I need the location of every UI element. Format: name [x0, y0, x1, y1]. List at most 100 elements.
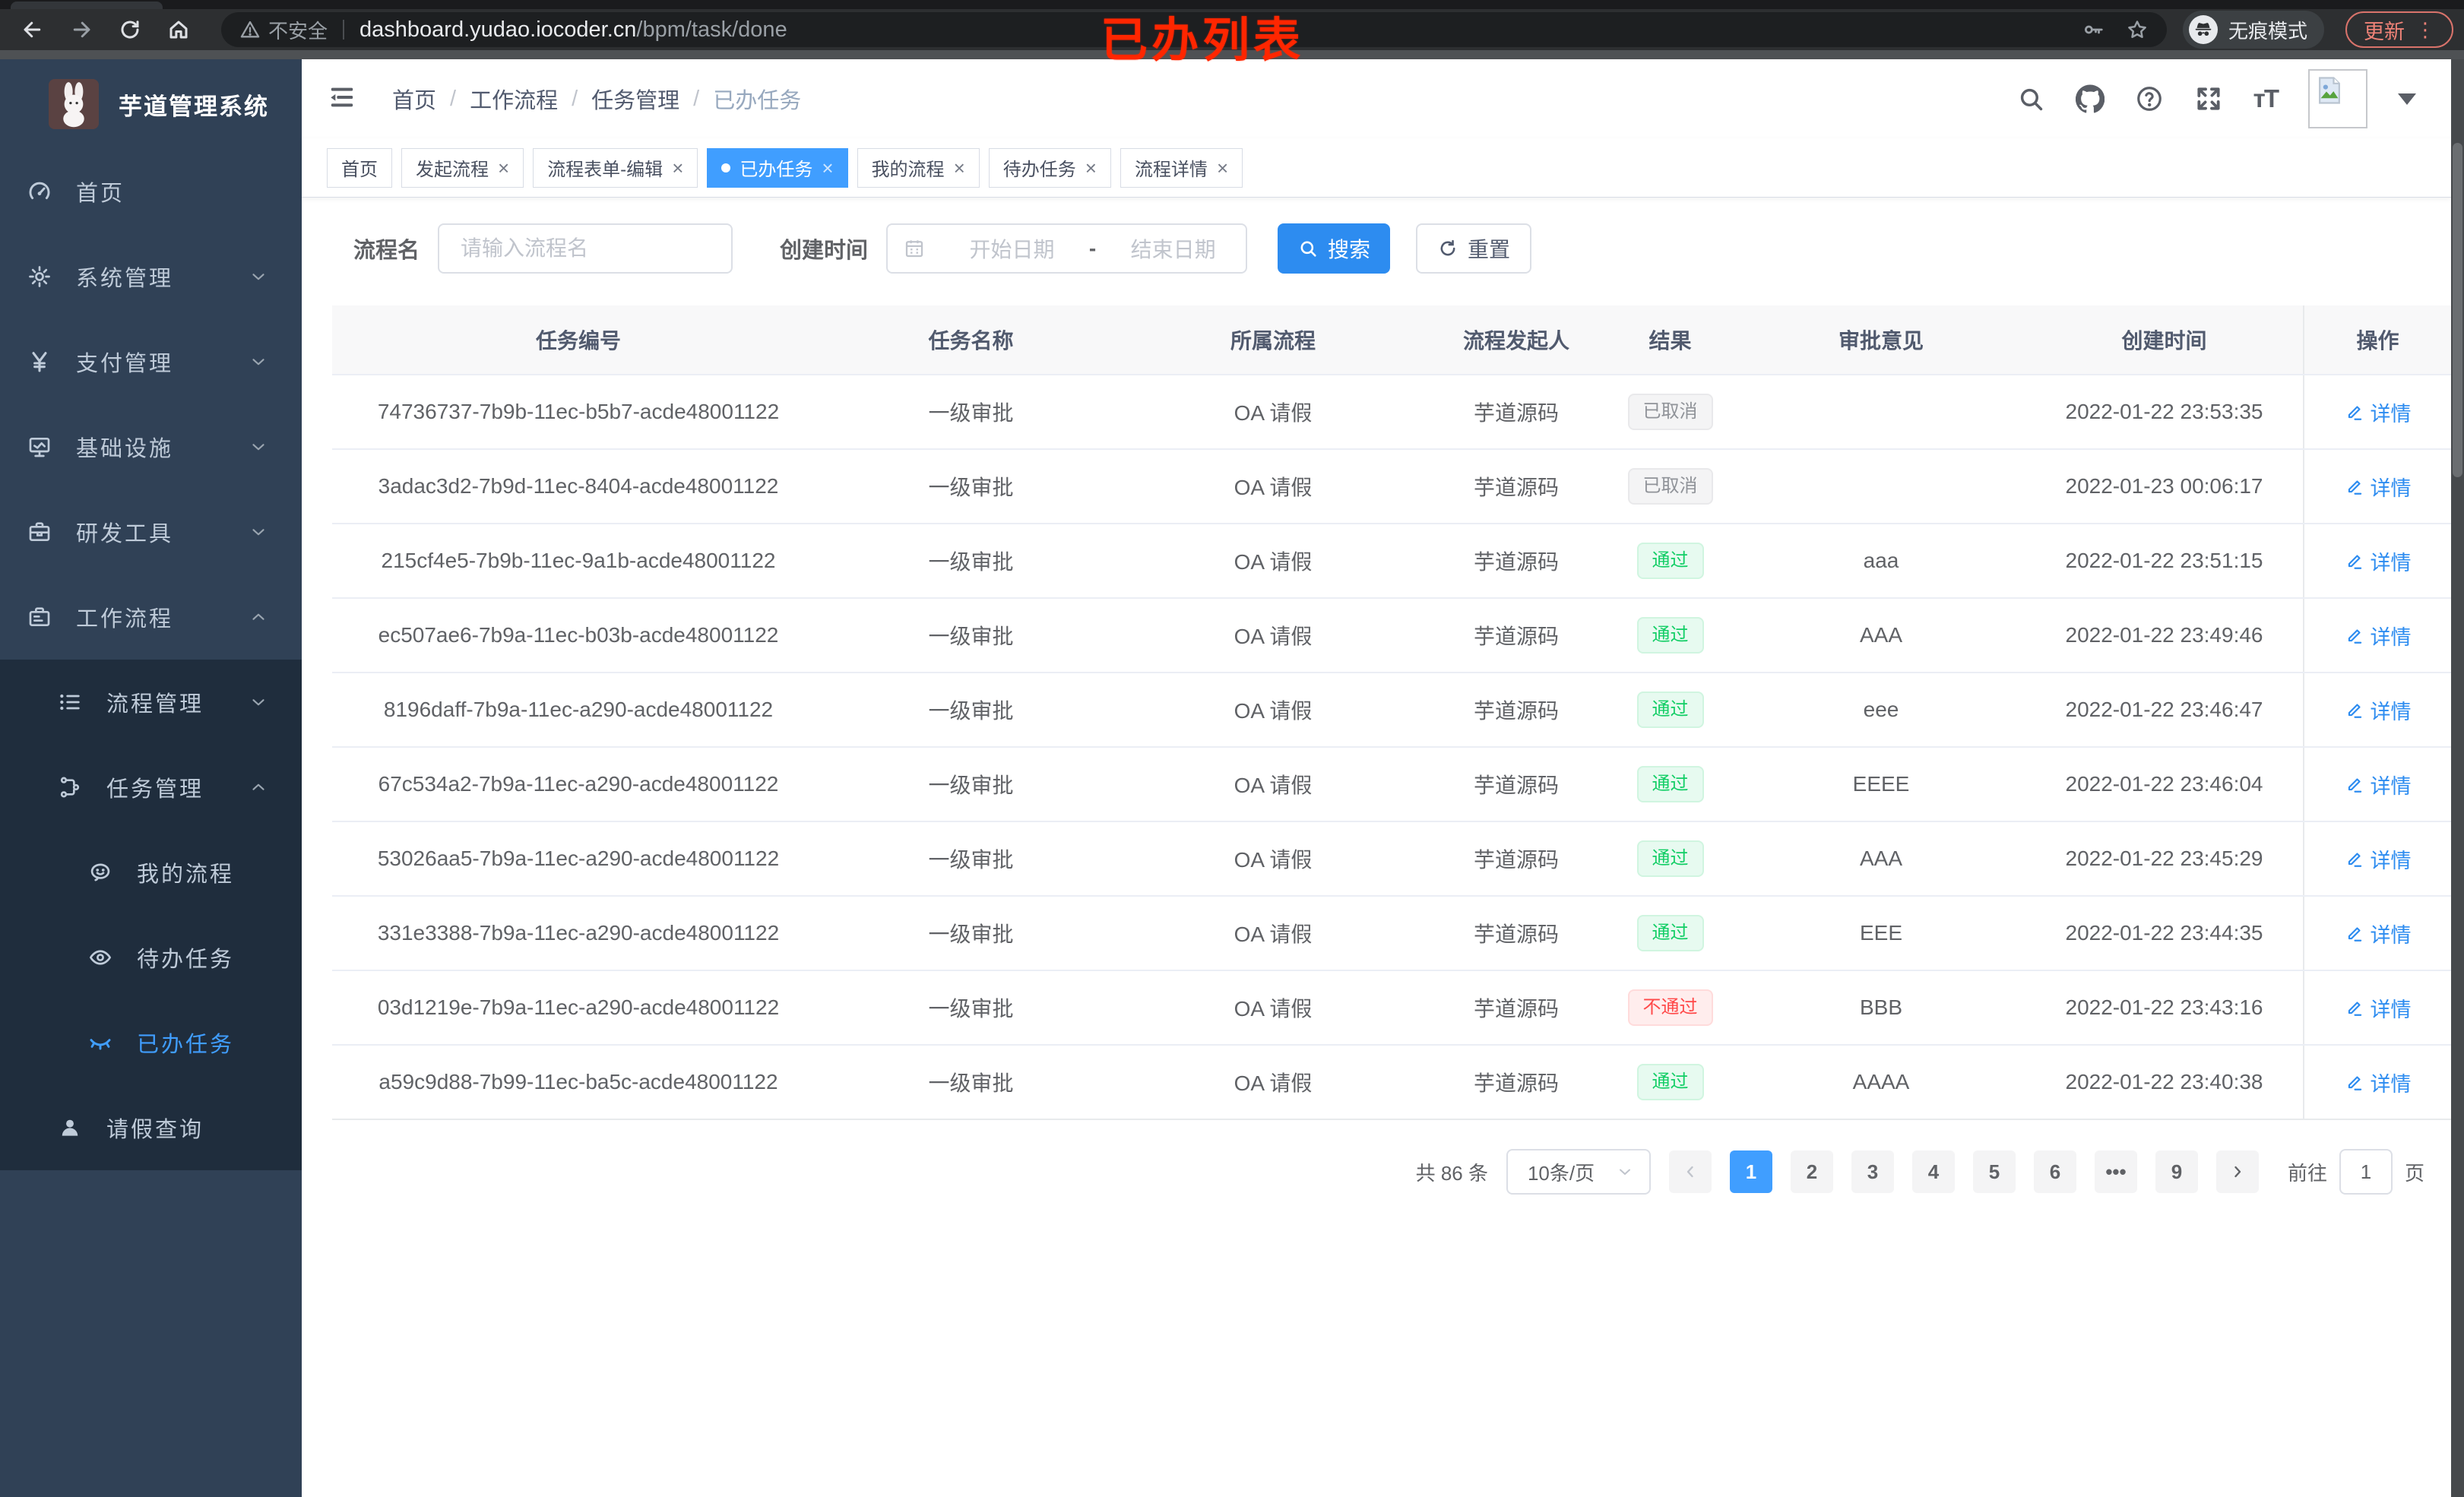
- avatar-caret-down-icon[interactable]: [2398, 93, 2416, 105]
- sidebar-item-请假查询[interactable]: 请假查询: [0, 1085, 302, 1170]
- bookmark-star-icon[interactable]: [2126, 18, 2149, 41]
- detail-link[interactable]: 详情: [2345, 844, 2412, 874]
- sidebar-item-研发工具[interactable]: 研发工具: [0, 489, 302, 574]
- next-page-button[interactable]: [2215, 1150, 2259, 1193]
- cell-result: 通过: [1604, 822, 1737, 895]
- sidebar-item-我的流程[interactable]: 我的流程: [0, 830, 302, 915]
- cell-task-id: ec507ae6-7b9a-11ec-b03b-acde48001122: [378, 623, 779, 647]
- cell-comment: [1737, 450, 2025, 523]
- help-icon[interactable]: [2135, 84, 2164, 113]
- tab-流程详情[interactable]: 流程详情 ×: [1120, 147, 1243, 188]
- page-button-1[interactable]: 1: [1729, 1150, 1772, 1193]
- page-button-4[interactable]: 4: [1911, 1150, 1955, 1193]
- cell-process: OA 请假: [1234, 401, 1313, 425]
- cell-task-name: 一级审批: [928, 997, 1014, 1021]
- page-button-3[interactable]: 3: [1851, 1150, 1894, 1193]
- tab-close-icon[interactable]: ×: [954, 158, 965, 178]
- list-icon: [58, 690, 82, 714]
- scrollbar-thumb[interactable]: [2453, 143, 2462, 477]
- table-row: ec507ae6-7b9a-11ec-b03b-acde48001122 一级审批…: [332, 597, 2451, 672]
- tab-close-icon[interactable]: ×: [672, 158, 683, 178]
- page-button-2[interactable]: 2: [1790, 1150, 1833, 1193]
- github-icon[interactable]: [2075, 84, 2105, 113]
- goto-page-input[interactable]: [2339, 1149, 2393, 1195]
- detail-link[interactable]: 详情: [2345, 546, 2412, 576]
- sidebar-item-任务管理[interactable]: 任务管理: [0, 745, 302, 830]
- page-more-button[interactable]: •••: [2094, 1150, 2137, 1193]
- tab-我的流程[interactable]: 我的流程 ×: [857, 147, 980, 188]
- tab-首页[interactable]: 首页: [327, 147, 392, 188]
- date-range-picker[interactable]: 开始日期 - 结束日期: [886, 223, 1248, 274]
- breadcrumb-item-首页[interactable]: 首页: [392, 83, 436, 115]
- sidebar-item-工作流程[interactable]: 工作流程: [0, 574, 302, 660]
- page-button-5[interactable]: 5: [1972, 1150, 2016, 1193]
- page-buttons: 1 2 3 4 5 6 ••• 9: [1729, 1150, 2198, 1193]
- cell-comment: EEE: [1859, 921, 1903, 945]
- tab-label: 发起流程: [416, 160, 489, 180]
- tab-待办任务[interactable]: 待办任务 ×: [988, 147, 1111, 188]
- browser-back-button[interactable]: [15, 12, 50, 47]
- sidebar-item-已办任务[interactable]: 已办任务: [0, 1000, 302, 1085]
- cell-task-name: 一级审批: [928, 401, 1014, 425]
- sidebar-item-系统管理[interactable]: 系统管理: [0, 234, 302, 319]
- detail-link[interactable]: 详情: [2345, 770, 2412, 799]
- toolbox-icon: [27, 520, 52, 544]
- start-date-placeholder[interactable]: 开始日期: [939, 233, 1085, 264]
- breadcrumb-item-任务管理[interactable]: 任务管理: [591, 83, 679, 115]
- sidebar-toggle-hamburger-icon[interactable]: [327, 82, 360, 116]
- detail-link[interactable]: 详情: [2345, 919, 2412, 948]
- tab-流程表单-编辑[interactable]: 流程表单-编辑 ×: [533, 147, 698, 188]
- tab-已办任务[interactable]: 已办任务 ×: [707, 147, 848, 188]
- font-size-icon[interactable]: тT: [2253, 84, 2279, 113]
- create-time-label: 创建时间: [780, 239, 869, 263]
- url-path: /bpm/task/done: [636, 17, 787, 42]
- security-label[interactable]: 不安全: [268, 16, 328, 44]
- app-logo-row[interactable]: 芋道管理系统: [0, 59, 302, 149]
- chat-icon: [88, 860, 112, 885]
- browser-home-button[interactable]: [161, 12, 196, 47]
- browser-tab[interactable]: [11, 2, 163, 9]
- tab-close-icon[interactable]: ×: [1085, 158, 1097, 178]
- update-label[interactable]: 更新: [2364, 15, 2405, 45]
- sidebar-item-首页[interactable]: 首页: [0, 149, 302, 234]
- tab-close-icon[interactable]: ×: [1217, 158, 1228, 178]
- key-icon[interactable]: [2082, 18, 2105, 41]
- table-row: 331e3388-7b9a-11ec-a290-acde48001122 一级审批…: [332, 895, 2451, 970]
- goto-label: 前往: [2287, 1161, 2327, 1185]
- browser-update-button[interactable]: 更新 ⋮: [2345, 11, 2453, 48]
- browser-menu-dots-icon[interactable]: ⋮: [2415, 18, 2435, 42]
- tab-close-icon[interactable]: ×: [498, 158, 509, 178]
- search-icon[interactable]: [2016, 84, 2045, 113]
- search-button[interactable]: 搜索: [1278, 223, 1391, 274]
- avatar[interactable]: [2308, 69, 2367, 128]
- sidebar-item-基础设施[interactable]: 基础设施: [0, 404, 302, 489]
- cell-starter: 芋道源码: [1473, 699, 1559, 723]
- table-row: a59c9d88-7b99-11ec-ba5c-acde48001122 一级审批…: [332, 1044, 2451, 1119]
- detail-link[interactable]: 详情: [2345, 621, 2412, 650]
- detail-link[interactable]: 详情: [2345, 695, 2412, 725]
- sidebar-item-待办任务[interactable]: 待办任务: [0, 915, 302, 1000]
- tab-label: 首页: [341, 160, 378, 180]
- browser-reload-button[interactable]: [112, 12, 147, 47]
- cell-comment: AAA: [1859, 847, 1903, 870]
- sidebar-item-支付管理[interactable]: 支付管理: [0, 319, 302, 404]
- detail-link[interactable]: 详情: [2345, 1068, 2412, 1097]
- page-button-9[interactable]: 9: [2155, 1150, 2198, 1193]
- page-button-6[interactable]: 6: [2033, 1150, 2076, 1193]
- detail-link[interactable]: 详情: [2345, 472, 2412, 502]
- process-name-input[interactable]: [438, 223, 733, 274]
- detail-link[interactable]: 详情: [2345, 993, 2412, 1023]
- page-size-select[interactable]: 10条/页: [1506, 1149, 1651, 1195]
- sidebar-item-流程管理[interactable]: 流程管理: [0, 660, 302, 745]
- prev-page-button[interactable]: [1668, 1150, 1712, 1193]
- tab-close-icon[interactable]: ×: [822, 158, 833, 178]
- cell-result: 通过: [1604, 673, 1737, 746]
- process-name-label: 流程名: [353, 239, 420, 263]
- reset-button[interactable]: 重置: [1416, 223, 1532, 274]
- fullscreen-icon[interactable]: [2194, 84, 2223, 113]
- end-date-placeholder[interactable]: 结束日期: [1101, 233, 1246, 264]
- detail-link[interactable]: 详情: [2345, 397, 2412, 427]
- breadcrumb-item-工作流程[interactable]: 工作流程: [470, 83, 558, 115]
- browser-forward-button[interactable]: [64, 12, 99, 47]
- tab-发起流程[interactable]: 发起流程 ×: [401, 147, 524, 188]
